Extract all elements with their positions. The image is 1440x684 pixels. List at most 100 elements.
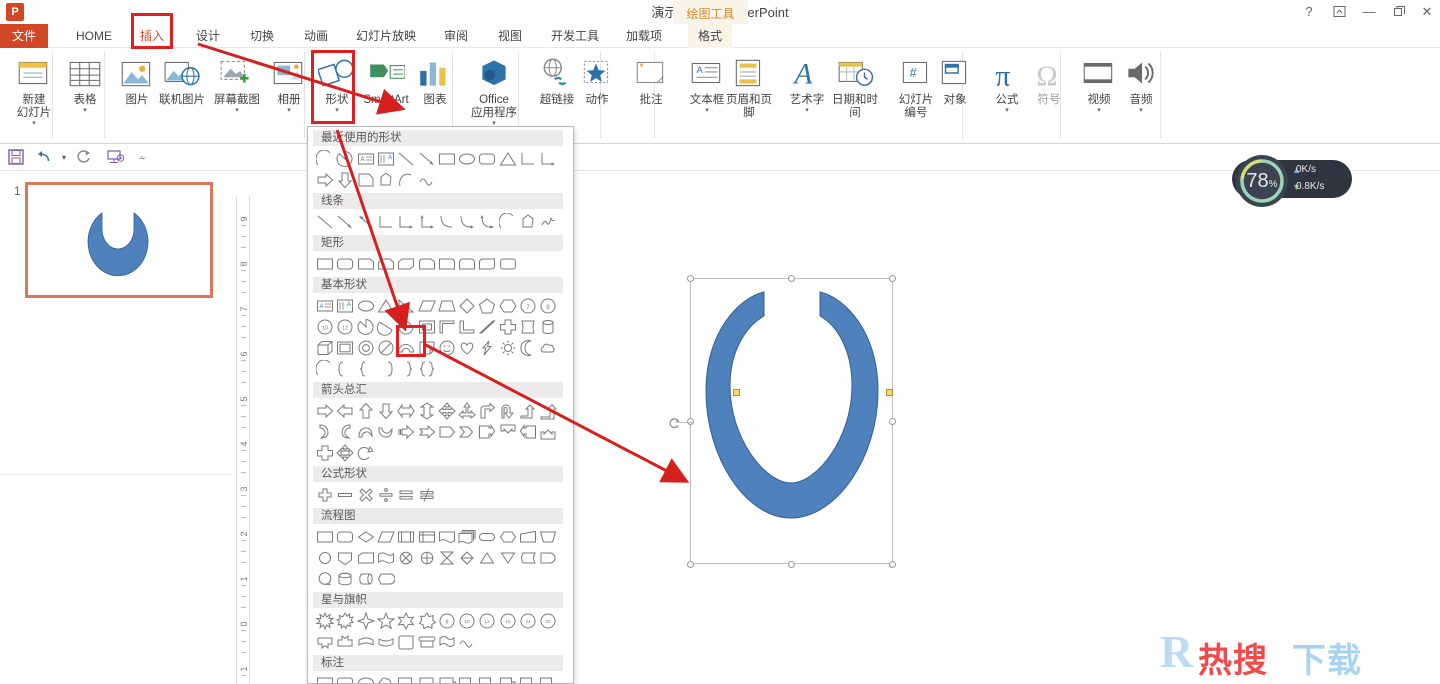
shape-item-round-rect[interactable] [478, 150, 498, 170]
shape-item-can[interactable] [539, 318, 559, 338]
chevron-down-icon[interactable]: ▾ [210, 107, 264, 115]
shape-item-scribble[interactable] [539, 213, 559, 233]
shape-item-decagon[interactable]: 10 [316, 318, 336, 338]
chevron-down-icon[interactable]: ▾ [262, 107, 316, 115]
shape-item-flowchart-display[interactable] [377, 570, 397, 590]
shape-item-elbow-connector[interactable] [377, 213, 397, 233]
tab-5[interactable]: 动画 [296, 24, 336, 48]
shape-item-flowchart-manual-operation[interactable] [539, 528, 559, 548]
shape-item-rect-callout[interactable] [316, 675, 336, 684]
shape-item-flowchart-card[interactable] [357, 549, 377, 569]
shape-item-right-brace[interactable] [397, 360, 417, 380]
shape-item-line-double-arrow[interactable] [357, 213, 377, 233]
shape-item-circular-arrow[interactable] [357, 444, 377, 464]
shape-item-up-arrow-callout[interactable] [539, 423, 559, 443]
tab-0[interactable]: 文件 [0, 24, 48, 48]
shape-item-curved-up-arrow[interactable] [357, 423, 377, 443]
shape-item-flowchart-decision[interactable] [357, 528, 377, 548]
shape-item-double-wave[interactable] [418, 171, 438, 191]
shape-item-cube[interactable] [316, 339, 336, 359]
customize-qat-chevron-down-icon[interactable]: ⩪ [132, 149, 152, 167]
shape-item-star-16[interactable]: 16 [499, 612, 519, 632]
shape-item-cross[interactable] [499, 318, 519, 338]
shape-item-flowchart-stored-data[interactable] [519, 549, 539, 569]
vertical-ruler[interactable]: 987654321012345 [236, 196, 250, 684]
shape-item-flowchart-punched-tape[interactable] [377, 549, 397, 569]
shape-item-round-rect[interactable] [336, 255, 356, 275]
shape-item-heptagon[interactable]: 7 [519, 297, 539, 317]
shape-item-hexagon[interactable] [499, 297, 519, 317]
shape-item-curved-right-arrow[interactable] [316, 423, 336, 443]
ribbon-button-online-picture[interactable]: 联机图片 [155, 52, 209, 107]
shape-item-left-right-arrow[interactable] [397, 402, 417, 422]
ribbon-button-object[interactable]: 对象 [928, 52, 982, 107]
shape-item-minus-sign[interactable] [336, 486, 356, 506]
selection-handle-middle-right[interactable] [889, 418, 896, 425]
shape-item-line[interactable] [316, 213, 336, 233]
redo-icon[interactable] [74, 149, 94, 167]
selection-handle-bottom-center[interactable] [788, 561, 795, 568]
shape-item-chord[interactable] [377, 318, 397, 338]
shape-item-left-arrow-callout[interactable] [519, 423, 539, 443]
shape-item-flowchart-sort[interactable] [458, 549, 478, 569]
shape-item-right-arrow-callout[interactable] [478, 423, 498, 443]
shape-item-triangle[interactable] [377, 297, 397, 317]
shape-item-flowchart-magnetic-disk[interactable] [336, 570, 356, 590]
shape-item-arc[interactable] [316, 360, 336, 380]
shape-item-diagonal-stripe[interactable] [478, 318, 498, 338]
shape-item-sun[interactable] [499, 339, 519, 359]
shape-item-l-shape[interactable] [458, 318, 478, 338]
shape-item-plus-sign[interactable] [316, 486, 336, 506]
shape-item-line-callout-3[interactable] [438, 675, 458, 684]
shape-item-line[interactable] [397, 150, 417, 170]
shape-item-left-right-up-arrow[interactable] [458, 402, 478, 422]
shape-item-flowchart-multidocument[interactable] [458, 528, 478, 548]
shapes-gallery-dropdown[interactable]: 最近使用的形状AA线条矩形基本形状AA781012箭头总汇公式形状流程图星与旗帜… [307, 126, 574, 684]
shape-item-lightning-bolt[interactable] [478, 339, 498, 359]
shape-item-flowchart-collate[interactable] [438, 549, 458, 569]
shape-item-pentagon-arrow[interactable] [438, 423, 458, 443]
shape-item-u-turn-arrow[interactable] [499, 402, 519, 422]
shape-item-snip-single-rect[interactable] [357, 255, 377, 275]
help-button[interactable]: ? [1296, 2, 1322, 22]
ribbon-button-date-time[interactable]: 日期和时间 [828, 52, 882, 120]
shape-item-flowchart-terminator[interactable] [478, 528, 498, 548]
shape-item-left-bracket[interactable] [336, 360, 356, 380]
shape-adjust-handle-right[interactable] [886, 389, 893, 396]
chevron-down-icon[interactable]: ▾ [780, 107, 834, 115]
shape-item-explosion-2[interactable] [336, 612, 356, 632]
shape-item-pie[interactable] [336, 150, 356, 170]
shape-item-line-callout-2-bar[interactable] [478, 675, 498, 684]
ribbon-button-chart[interactable]: 图表 [408, 52, 462, 107]
shape-item-right-arrow[interactable] [316, 171, 336, 191]
shape-item-down-arrow[interactable] [336, 171, 356, 191]
shape-item-curved-left-arrow[interactable] [336, 423, 356, 443]
shape-item-arc-open[interactable] [397, 171, 417, 191]
shape-item-oval[interactable] [357, 297, 377, 317]
save-icon[interactable] [6, 149, 26, 167]
shape-item-donut[interactable] [357, 339, 377, 359]
shape-item-flowchart-alternate-process[interactable] [336, 528, 356, 548]
shape-item-rectangle[interactable] [316, 255, 336, 275]
shape-item-round-same-side-rect[interactable] [458, 255, 478, 275]
shape-item-curved-down-arrow[interactable] [377, 423, 397, 443]
shape-item-octagon[interactable]: 8 [539, 297, 559, 317]
shape-item-flowchart-offpage-connector[interactable] [336, 549, 356, 569]
shape-item-arc[interactable] [499, 213, 519, 233]
shape-item-chevron-arrow[interactable] [458, 423, 478, 443]
shape-item-oval[interactable] [458, 150, 478, 170]
shape-item-flowchart-delay[interactable] [539, 549, 559, 569]
shape-item-cloud[interactable] [539, 339, 559, 359]
shape-item-curved-double-arrow[interactable] [478, 213, 498, 233]
shape-item-no-symbol[interactable] [377, 339, 397, 359]
shape-item-pentagon[interactable] [478, 297, 498, 317]
close-button[interactable]: ✕ [1414, 2, 1440, 22]
shape-item-vertical-text-box[interactable]: A [336, 297, 356, 317]
selection-handle-bottom-right[interactable] [889, 561, 896, 568]
shape-item-horizontal-scroll[interactable] [418, 633, 438, 653]
shape-item-flowchart-document[interactable] [438, 528, 458, 548]
shape-item-down-ribbon[interactable] [336, 633, 356, 653]
slide-thumbnail-1[interactable] [25, 182, 213, 298]
chevron-down-icon[interactable]: ▾ [1114, 107, 1168, 115]
shape-item-freeform-scribble[interactable] [377, 171, 397, 191]
